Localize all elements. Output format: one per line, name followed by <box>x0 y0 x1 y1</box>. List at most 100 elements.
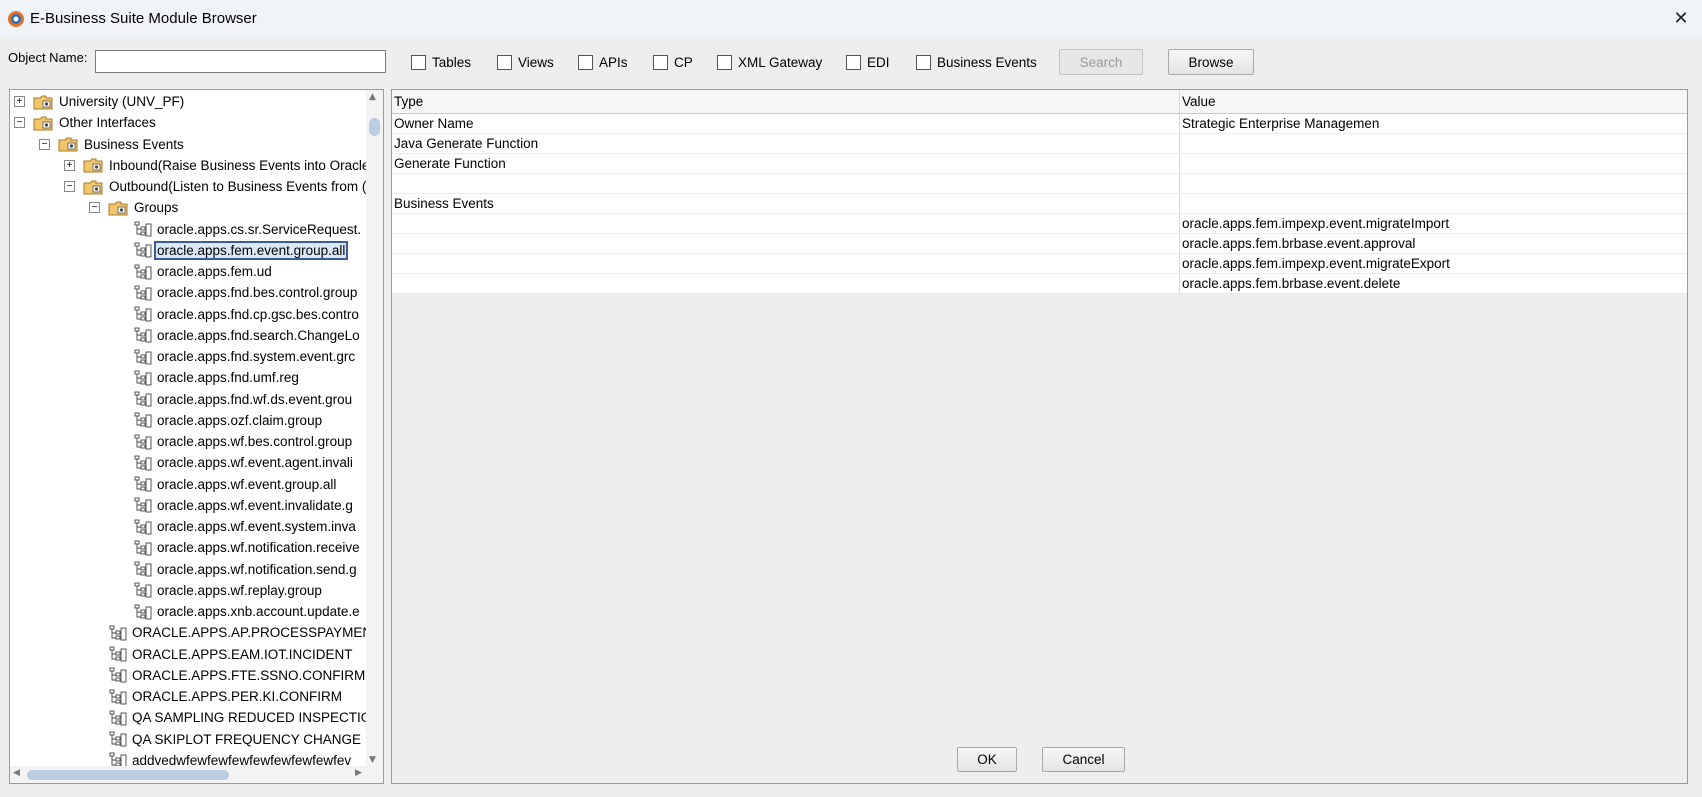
tree-node[interactable]: oracle.apps.wf.event.group.all <box>134 474 338 495</box>
collapse-icon[interactable]: − <box>64 181 75 192</box>
tree-node-label[interactable]: oracle.apps.cs.sr.ServiceRequest. <box>155 222 363 237</box>
tree-node-label[interactable]: Other Interfaces <box>57 115 158 130</box>
tree-node[interactable]: ORACLE.APPS.FTE.SSNO.CONFIRM <box>109 665 366 686</box>
tree-node-label[interactable]: oracle.apps.fnd.system.event.grc <box>155 349 357 364</box>
tree-node[interactable]: oracle.apps.wf.notification.receive <box>134 537 362 558</box>
tree-node-label[interactable]: oracle.apps.ozf.claim.group <box>155 413 324 428</box>
type-column-header[interactable]: Type <box>392 90 1180 113</box>
tree-node-label[interactable]: oracle.apps.wf.notification.send.g <box>155 562 359 577</box>
close-window-button[interactable]: ✕ <box>1668 6 1694 30</box>
tree-node-label[interactable]: Outbound(Listen to Business Events from … <box>107 179 366 194</box>
tree-node-label[interactable]: oracle.apps.fem.ud <box>155 264 274 279</box>
tree-node-label[interactable]: oracle.apps.wf.event.group.all <box>155 477 338 492</box>
tree-node[interactable]: addvedwfewfewfewfewfewfewfewfev <box>109 750 353 767</box>
checkbox-box[interactable] <box>578 54 593 70</box>
property-row[interactable]: Business Events <box>392 194 1687 214</box>
tree-node-label[interactable]: ORACLE.APPS.FTE.SSNO.CONFIRM <box>130 668 366 683</box>
property-row[interactable]: Generate Function <box>392 154 1687 174</box>
scroll-down-icon[interactable]: ▼ <box>369 755 376 765</box>
tree-horizontal-scroll-thumb[interactable] <box>27 770 229 780</box>
tree-node-label[interactable]: oracle.apps.fnd.bes.control.group <box>155 285 359 300</box>
property-row[interactable]: oracle.apps.fem.impexp.event.migrateImpo… <box>392 214 1687 234</box>
tree-node-label[interactable]: oracle.apps.xnb.account.update.e <box>155 604 362 619</box>
tree-node[interactable]: oracle.apps.fem.ud <box>134 261 274 282</box>
tree-node[interactable]: + Inbound(Raise Business Events into Orac… <box>64 155 366 176</box>
tree-node[interactable]: − Outbound(Listen to Business Events from… <box>64 176 366 197</box>
tree-node-label[interactable]: oracle.apps.fnd.search.ChangeLo <box>155 328 362 343</box>
tree-node-label[interactable]: ORACLE.APPS.EAM.IOT.INCIDENT <box>130 647 355 662</box>
tree-node-label[interactable]: QA SAMPLING REDUCED INSPECTION <box>130 710 366 725</box>
tree-node-label[interactable]: ORACLE.APPS.AP.PROCESSPAYMENT. <box>130 625 366 640</box>
tree-node-label[interactable]: oracle.apps.wf.event.system.inva <box>155 519 358 534</box>
tree-node-label[interactable]: Groups <box>132 200 180 215</box>
tree-node-label[interactable]: oracle.apps.wf.bes.control.group <box>155 434 354 449</box>
tree-node[interactable]: oracle.apps.ozf.claim.group <box>134 410 324 431</box>
tree-node[interactable]: oracle.apps.fnd.umf.reg <box>134 367 301 388</box>
tree-node[interactable]: − Groups <box>89 197 180 218</box>
tree-node-label[interactable]: Business Events <box>82 137 186 152</box>
tree-node[interactable]: oracle.apps.wf.replay.group <box>134 580 324 601</box>
tree-node[interactable]: oracle.apps.fnd.cp.gsc.bes.contro <box>134 304 361 325</box>
tables-checkbox[interactable]: Tables <box>411 53 471 71</box>
checkbox-box[interactable] <box>411 54 426 70</box>
property-row[interactable]: oracle.apps.fem.brbase.event.approval <box>392 234 1687 254</box>
tree-node-label[interactable]: oracle.apps.wf.event.agent.invali <box>155 455 355 470</box>
tree-node-label[interactable]: oracle.apps.wf.notification.receive <box>155 540 362 555</box>
tree-node[interactable]: oracle.apps.fnd.bes.control.group <box>134 282 359 303</box>
checkbox-box[interactable] <box>717 54 732 70</box>
ok-button[interactable]: OK <box>957 747 1017 772</box>
tree-node-label[interactable]: oracle.apps.fnd.cp.gsc.bes.contro <box>155 307 361 322</box>
scroll-left-icon[interactable]: ◀ <box>13 768 20 778</box>
checkbox-box[interactable] <box>916 54 931 70</box>
tree-node[interactable]: ORACLE.APPS.AP.PROCESSPAYMENT. <box>109 622 366 643</box>
tree-node[interactable]: QA SKIPLOT FREQUENCY CHANGE <box>109 729 363 750</box>
checkbox-box[interactable] <box>497 54 512 70</box>
search-button[interactable]: Search <box>1059 49 1143 75</box>
tree-node-label[interactable]: ORACLE.APPS.PER.KI.CONFIRM <box>130 689 344 704</box>
tree-node[interactable]: oracle.apps.wf.event.system.inva <box>134 516 358 537</box>
checkbox-box[interactable] <box>653 54 668 70</box>
tree-node-label[interactable]: University (UNV_PF) <box>57 94 186 109</box>
property-row[interactable] <box>392 174 1687 194</box>
apis-checkbox[interactable]: APIs <box>578 53 628 71</box>
module-tree[interactable]: + University (UNV_PF) − Other Interfaces − Bu… <box>10 90 366 767</box>
tree-node[interactable]: oracle.apps.fem.event.group.all <box>134 240 349 261</box>
tree-node[interactable]: − Business Events <box>39 134 186 155</box>
tree-node[interactable]: oracle.apps.fnd.search.ChangeLo <box>134 325 362 346</box>
tree-node-label[interactable]: addvedwfewfewfewfewfewfewfewfev <box>130 753 353 767</box>
tree-node-label[interactable]: oracle.apps.fem.event.group.all <box>153 240 349 260</box>
cancel-button[interactable]: Cancel <box>1042 747 1125 772</box>
tree-node[interactable]: oracle.apps.wf.event.agent.invali <box>134 452 355 473</box>
tree-horizontal-scrollbar[interactable]: ◀ ▶ <box>10 766 383 783</box>
cp-checkbox[interactable]: CP <box>653 53 693 71</box>
property-row[interactable]: oracle.apps.fem.brbase.event.delete <box>392 274 1687 294</box>
property-row[interactable]: oracle.apps.fem.impexp.event.migrateExpo… <box>392 254 1687 274</box>
tree-node-label[interactable]: Inbound(Raise Business Events into Oracl… <box>107 158 366 173</box>
business-events-checkbox[interactable]: Business Events <box>916 53 1037 71</box>
tree-node-label[interactable]: oracle.apps.fnd.wf.ds.event.grou <box>155 392 354 407</box>
tree-node[interactable]: oracle.apps.wf.bes.control.group <box>134 431 354 452</box>
value-column-header[interactable]: Value <box>1180 90 1687 113</box>
tree-node[interactable]: − Other Interfaces <box>14 112 158 133</box>
tree-vertical-scrollbar[interactable]: ▲ ▼ <box>366 90 383 767</box>
tree-node[interactable]: oracle.apps.cs.sr.ServiceRequest. <box>134 219 363 240</box>
collapse-icon[interactable]: − <box>14 117 25 129</box>
tree-node[interactable]: ORACLE.APPS.PER.KI.CONFIRM <box>109 686 344 707</box>
tree-node[interactable]: oracle.apps.wf.notification.send.g <box>134 559 359 580</box>
object-name-input[interactable] <box>95 50 386 73</box>
expand-icon[interactable]: + <box>14 96 25 107</box>
checkbox-box[interactable] <box>846 54 861 70</box>
tree-node[interactable]: ORACLE.APPS.EAM.IOT.INCIDENT <box>109 644 355 665</box>
collapse-icon[interactable]: − <box>39 138 50 150</box>
tree-node-label[interactable]: oracle.apps.wf.replay.group <box>155 583 324 598</box>
tree-node-label[interactable]: QA SKIPLOT FREQUENCY CHANGE <box>130 732 363 747</box>
tree-node[interactable]: + University (UNV_PF) <box>14 91 186 112</box>
tree-node[interactable]: oracle.apps.fnd.system.event.grc <box>134 346 357 367</box>
browse-button[interactable]: Browse <box>1168 49 1254 75</box>
tree-node[interactable]: oracle.apps.xnb.account.update.e <box>134 601 362 622</box>
scroll-up-icon[interactable]: ▲ <box>369 92 376 102</box>
tree-node[interactable]: QA SAMPLING REDUCED INSPECTION <box>109 707 366 728</box>
property-row[interactable]: Owner Name Strategic Enterprise Managemen <box>392 114 1687 134</box>
tree-vertical-scroll-thumb[interactable] <box>369 118 380 136</box>
collapse-icon[interactable]: − <box>89 202 100 214</box>
